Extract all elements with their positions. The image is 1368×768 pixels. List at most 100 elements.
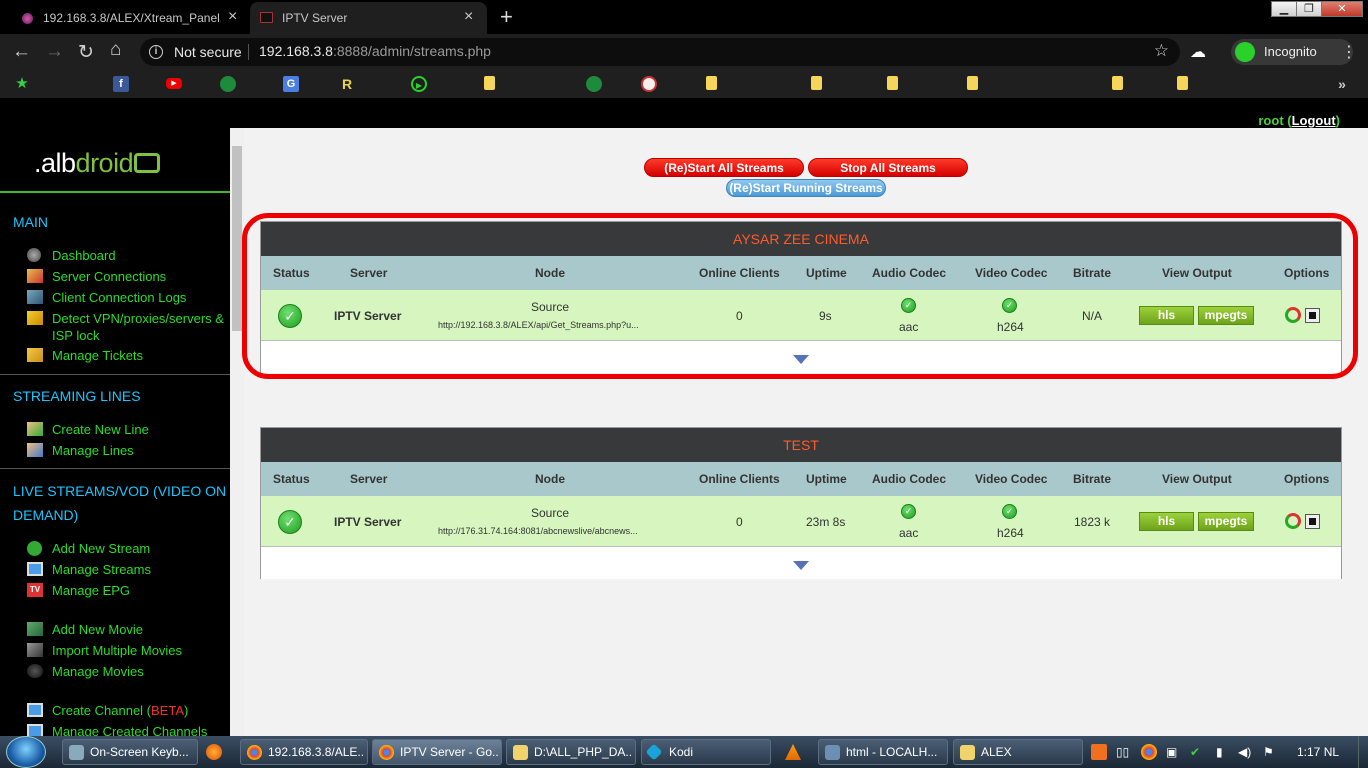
stream-title: TEST bbox=[261, 428, 1341, 462]
network-icon[interactable]: ▮ bbox=[1216, 745, 1223, 759]
close-tab-icon[interactable]: × bbox=[464, 8, 473, 26]
stream-name: TEST bbox=[783, 437, 819, 453]
logout-link[interactable]: Logout bbox=[1292, 113, 1336, 128]
r-icon[interactable]: R bbox=[339, 76, 355, 92]
tab-title: IPTV Server bbox=[282, 11, 348, 25]
xampp-icon[interactable] bbox=[1091, 744, 1107, 760]
sidebar-item-label: Import Multiple Movies bbox=[52, 643, 183, 658]
sidebar-item-label: Server Connections bbox=[52, 269, 167, 284]
folder-icon bbox=[960, 745, 975, 760]
show-desktop-button[interactable] bbox=[1358, 736, 1368, 768]
tab-iptv-server[interactable]: IPTV Server × bbox=[250, 2, 487, 34]
bookmark-star-icon[interactable]: ☆ bbox=[1154, 41, 1169, 61]
vlc-icon[interactable] bbox=[785, 744, 801, 760]
hls-output-button[interactable]: hls bbox=[1139, 512, 1194, 531]
taskbar-item-alex[interactable]: ALEX bbox=[953, 739, 1083, 765]
url-host: 192.168.3.8 bbox=[259, 43, 333, 59]
address-bar[interactable]: i Not secure 192.168.3.8:8888/admin/stre… bbox=[140, 38, 1180, 66]
translate-icon[interactable]: G bbox=[283, 76, 299, 92]
play-icon[interactable]: ▶ bbox=[411, 76, 427, 92]
col-video-codec: Video Codec bbox=[975, 472, 1048, 486]
minimize-icon[interactable]: ▁ bbox=[1271, 1, 1297, 17]
taskbar-label: 192.168.3.8/ALE... bbox=[268, 745, 365, 759]
taskbar-item-chrome-1[interactable]: 192.168.3.8/ALE... bbox=[240, 739, 368, 765]
server-name: IPTV Server bbox=[334, 515, 402, 529]
taskbar-item-kodi[interactable]: Kodi bbox=[641, 739, 771, 765]
facebook-icon[interactable]: f bbox=[113, 76, 129, 92]
window-close-icon[interactable]: ✕ bbox=[1321, 1, 1363, 17]
monitor-icon bbox=[27, 562, 43, 576]
restart-running-streams-button[interactable]: (Re)Start Running Streams bbox=[726, 179, 886, 197]
folder-icon[interactable] bbox=[887, 76, 898, 90]
site-icon[interactable] bbox=[641, 76, 657, 92]
node-url[interactable]: http://176.31.74.164:8081/abcnewslive/ab… bbox=[438, 526, 638, 536]
cloud-icon[interactable]: ☁ bbox=[1190, 42, 1206, 62]
folder-icon[interactable] bbox=[1112, 76, 1123, 90]
url-text[interactable]: 192.168.3.8:8888/admin/streams.php bbox=[259, 43, 491, 59]
kodi-icon bbox=[645, 743, 663, 761]
sidebar-item-label: Manage Lines bbox=[52, 443, 134, 458]
new-tab-icon[interactable]: + bbox=[500, 4, 513, 30]
logo-text-accent: droid bbox=[75, 148, 134, 178]
folder-icon[interactable] bbox=[706, 76, 717, 90]
restore-icon[interactable]: ❐ bbox=[1296, 1, 1322, 17]
taskbar-item-folder[interactable]: D:\ALL_PHP_DA... bbox=[506, 739, 636, 765]
taskbar-item-keyboard[interactable]: On-Screen Keyb... bbox=[62, 739, 198, 765]
chrome-tray-icon[interactable] bbox=[1141, 744, 1157, 760]
expand-row[interactable] bbox=[261, 546, 1341, 579]
sidebar-item-label: Dashboard bbox=[52, 248, 116, 263]
sidebar-item-label: Manage Streams bbox=[52, 562, 151, 577]
section-streaming-lines: STREAMING LINES bbox=[13, 388, 141, 404]
globe-icon[interactable] bbox=[220, 76, 236, 92]
vpn-icon bbox=[27, 311, 43, 325]
tab-xtream-panel[interactable]: 192.168.3.8/ALEX/Xtream_Panel.g × bbox=[0, 2, 245, 34]
chevron-down-icon[interactable] bbox=[793, 561, 809, 570]
more-bookmarks-icon[interactable]: » bbox=[1334, 76, 1350, 92]
clock[interactable]: 1:17 NL bbox=[1297, 745, 1339, 759]
bookmark-star-icon[interactable]: ★ bbox=[14, 76, 30, 92]
taskbar-item-html[interactable]: html - LOCALH... bbox=[818, 739, 948, 765]
folder-icon[interactable] bbox=[1177, 76, 1188, 90]
username: root bbox=[1258, 113, 1284, 128]
tab-favicon bbox=[22, 13, 33, 24]
incognito-button[interactable]: Incognito bbox=[1231, 39, 1353, 65]
table-header: Status Server Node Online Clients Uptime… bbox=[261, 462, 1341, 496]
scrollbar-thumb[interactable] bbox=[232, 146, 242, 331]
tray-icon[interactable]: ▯▯ bbox=[1116, 745, 1129, 759]
sidebar-scrollbar[interactable] bbox=[230, 128, 244, 736]
taskbar-item-chrome-2[interactable]: IPTV Server - Go... bbox=[372, 739, 502, 765]
bitrate: 1823 k bbox=[1074, 515, 1111, 529]
globe-icon[interactable] bbox=[586, 76, 602, 92]
sidebar-item-label: Manage Created Channels bbox=[52, 724, 208, 736]
close-tab-icon[interactable]: × bbox=[228, 8, 237, 26]
channel-label-end: ) bbox=[184, 703, 189, 718]
flag-icon[interactable]: ⚑ bbox=[1263, 745, 1274, 759]
browser-menu-icon[interactable]: ⋮ bbox=[1341, 42, 1357, 62]
forward-icon[interactable]: → bbox=[45, 41, 64, 63]
folder-icon[interactable] bbox=[967, 76, 978, 90]
site-info-icon[interactable]: i bbox=[149, 45, 163, 59]
mpegts-output-button[interactable]: mpegts bbox=[1198, 512, 1254, 531]
taskbar-label: D:\ALL_PHP_DA... bbox=[534, 745, 633, 759]
folder-icon[interactable] bbox=[484, 76, 495, 90]
volume-icon[interactable]: ◀) bbox=[1238, 745, 1251, 759]
main-content: (Re)Start All Streams Stop All Streams (… bbox=[242, 128, 1368, 736]
stop-all-streams-button[interactable]: Stop All Streams bbox=[808, 158, 968, 177]
home-icon[interactable]: ⌂ bbox=[110, 39, 121, 61]
channel-icon bbox=[27, 703, 43, 717]
start-button[interactable] bbox=[6, 736, 46, 768]
tray-icon[interactable]: ▣ bbox=[1166, 745, 1177, 759]
restart-stream-icon[interactable] bbox=[1285, 513, 1301, 529]
firefox-icon[interactable] bbox=[206, 744, 222, 760]
stop-stream-icon[interactable] bbox=[1305, 514, 1320, 529]
browser-toolbar: ← → ↻ ⌂ i Not secure 192.168.3.8:8888/ad… bbox=[0, 34, 1368, 70]
audio-codec: aac bbox=[899, 526, 919, 540]
youtube-icon[interactable]: ▶ bbox=[166, 78, 182, 89]
reload-icon[interactable]: ↻ bbox=[78, 41, 94, 64]
usb-icon[interactable]: ✔ bbox=[1190, 745, 1200, 759]
restart-all-streams-button[interactable]: (Re)Start All Streams bbox=[644, 158, 804, 177]
back-icon[interactable]: ← bbox=[12, 41, 31, 63]
logo-underline bbox=[0, 191, 230, 193]
incognito-label: Incognito bbox=[1264, 44, 1317, 59]
folder-icon[interactable] bbox=[811, 76, 822, 90]
